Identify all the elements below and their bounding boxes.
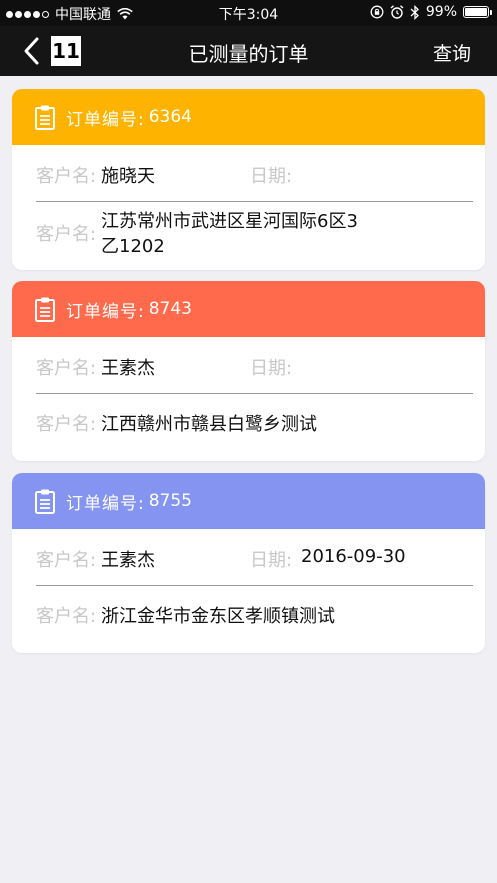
customer-date-row: 客户名: 王素杰 日期: 2016-09-30	[36, 529, 473, 586]
order-card[interactable]: 订单编号: 8755 客户名: 王素杰 日期: 2016-09-30 客户名: …	[12, 473, 485, 653]
order-number-label: 订单编号:	[66, 493, 145, 514]
customer-label: 客户名:	[36, 358, 97, 379]
status-bar: 中国联通 下午3:04 99%	[0, 0, 497, 26]
order-number-value: 8743	[148, 299, 192, 319]
address-row: 客户名: 浙江金华市金东区孝顺镇测试	[36, 586, 473, 653]
query-button[interactable]: 查询	[433, 39, 471, 66]
address-row: 客户名: 江苏常州市武进区星河国际6区3 乙1202	[36, 202, 473, 270]
order-card[interactable]: 订单编号: 6364 客户名: 施晓天 日期: 客户名: 江苏常州市武进区星河国…	[12, 89, 485, 270]
clipboard-icon	[35, 105, 55, 130]
customer-name: 王素杰	[101, 550, 155, 571]
date-label: 日期:	[250, 166, 293, 187]
address-line-2: 乙1202	[101, 236, 165, 257]
order-card[interactable]: 订单编号: 8743 客户名: 王素杰 日期: 客户名: 江西赣州市赣县白鹭乡测…	[12, 281, 485, 461]
order-card-header: 订单编号: 8755	[12, 473, 485, 529]
address-line-1: 江西赣州市赣县白鹭乡测试	[101, 414, 317, 435]
navigation-bar: 11 已测量的订单 查询	[0, 26, 497, 76]
customer-label: 客户名:	[36, 166, 97, 187]
bluetooth-icon	[410, 4, 419, 20]
customer-date-row: 客户名: 王素杰 日期:	[36, 337, 473, 394]
order-card-header: 订单编号: 8743	[12, 281, 485, 337]
date-label: 日期:	[250, 358, 293, 379]
clipboard-icon	[35, 297, 55, 322]
order-card-header: 订单编号: 6364	[12, 89, 485, 145]
order-number-label: 订单编号:	[66, 109, 145, 130]
customer-name: 施晓天	[101, 166, 155, 187]
order-number-label: 订单编号:	[66, 301, 145, 322]
address-label: 客户名:	[36, 606, 97, 627]
address-row: 客户名: 江西赣州市赣县白鹭乡测试	[36, 394, 473, 461]
order-number-value: 6364	[148, 107, 192, 127]
app-logo: 11	[51, 36, 81, 66]
customer-label: 客户名:	[36, 550, 97, 571]
address-label: 客户名:	[36, 414, 97, 435]
order-number-value: 8755	[148, 491, 192, 511]
battery-percentage: 99%	[425, 4, 457, 20]
customer-name: 王素杰	[101, 358, 155, 379]
address-line-1: 江苏常州市武进区星河国际6区3	[101, 211, 358, 232]
address-line-1: 浙江金华市金东区孝顺镇测试	[101, 606, 335, 627]
back-arrow-icon[interactable]	[18, 36, 48, 66]
clipboard-icon	[35, 489, 55, 514]
customer-date-row: 客户名: 施晓天 日期:	[36, 145, 473, 202]
date-value: 2016-09-30	[301, 546, 406, 567]
alarm-icon	[390, 5, 404, 19]
battery-icon	[463, 6, 492, 18]
date-label: 日期:	[250, 550, 293, 571]
orientation-lock-icon	[370, 5, 384, 19]
address-label: 客户名:	[36, 224, 97, 245]
